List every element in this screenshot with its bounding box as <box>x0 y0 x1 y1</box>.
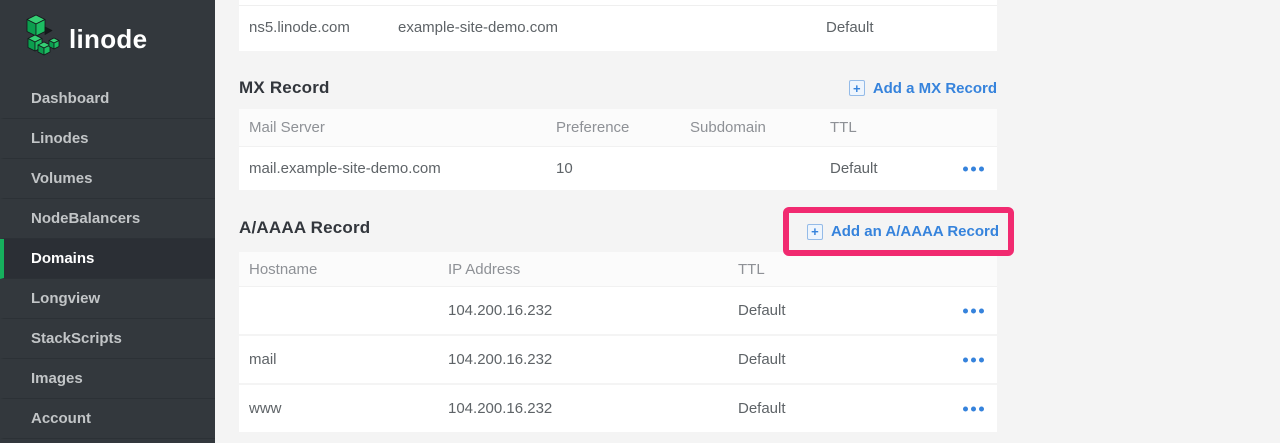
ns-ttl: Default <box>826 5 874 51</box>
sidebar: linode Dashboard Linodes Volumes NodeBal… <box>0 0 215 443</box>
add-aaaa-record-label: Add an A/AAAA Record <box>831 223 999 240</box>
col-ttl: TTL <box>738 252 765 287</box>
aaaa-section-title: A/AAAA Record <box>239 218 370 238</box>
col-mail-server: Mail Server <box>249 109 325 147</box>
aaaa-hostname: www <box>249 385 282 432</box>
aaaa-table-row: 104.200.16.232 Default <box>239 287 997 334</box>
ns-subdomain: example-site-demo.com <box>398 5 558 51</box>
sidebar-item-domains[interactable]: Domains <box>0 239 215 279</box>
col-hostname: Hostname <box>249 252 317 287</box>
sidebar-nav: Dashboard Linodes Volumes NodeBalancers … <box>0 79 215 439</box>
plus-icon <box>849 80 865 96</box>
col-ip-address: IP Address <box>448 252 520 287</box>
col-ttl: TTL <box>830 109 857 147</box>
aaaa-hostname: mail <box>249 336 277 383</box>
aaaa-ttl: Default <box>738 336 786 383</box>
col-preference: Preference <box>556 109 629 147</box>
logo-wordmark: linode <box>69 26 147 52</box>
sidebar-item-linodes[interactable]: Linodes <box>0 119 215 159</box>
sidebar-item-nodebalancers[interactable]: NodeBalancers <box>0 199 215 239</box>
mx-preference: 10 <box>556 147 573 190</box>
mx-table-header: Mail Server Preference Subdomain TTL <box>239 109 997 147</box>
ns-record-partial-row: ns5.linode.com example-site-demo.com Def… <box>239 0 997 51</box>
mx-mail-server: mail.example-site-demo.com <box>249 147 441 190</box>
row-actions-menu-icon[interactable] <box>963 304 984 317</box>
aaaa-table-header: Hostname IP Address TTL <box>239 252 997 287</box>
add-aaaa-record-button[interactable]: Add an A/AAAA Record <box>807 223 999 240</box>
sidebar-item-account[interactable]: Account <box>0 399 215 439</box>
aaaa-ip: 104.200.16.232 <box>448 287 552 334</box>
aaaa-ttl: Default <box>738 385 786 432</box>
aaaa-table-row: mail 104.200.16.232 Default <box>239 336 997 383</box>
annotation-highlight-box: Add an A/AAAA Record <box>783 207 1014 256</box>
mx-section-title: MX Record <box>239 78 330 98</box>
sidebar-item-dashboard[interactable]: Dashboard <box>0 79 215 119</box>
mx-record-table: Mail Server Preference Subdomain TTL mai… <box>239 109 997 190</box>
col-subdomain: Subdomain <box>690 109 766 147</box>
mx-section-header: MX Record Add a MX Record <box>239 75 997 101</box>
aaaa-record-table: Hostname IP Address TTL 104.200.16.232 D… <box>239 252 997 432</box>
linode-cubes-icon <box>26 14 60 65</box>
aaaa-table-row: www 104.200.16.232 Default <box>239 385 997 432</box>
row-actions-menu-icon[interactable] <box>963 162 984 175</box>
aaaa-ttl: Default <box>738 287 786 334</box>
sidebar-item-images[interactable]: Images <box>0 359 215 399</box>
sidebar-item-longview[interactable]: Longview <box>0 279 215 319</box>
sidebar-item-volumes[interactable]: Volumes <box>0 159 215 199</box>
add-mx-record-button[interactable]: Add a MX Record <box>849 80 997 97</box>
aaaa-ip: 104.200.16.232 <box>448 336 552 383</box>
row-divider <box>239 5 997 6</box>
ns-name-server: ns5.linode.com <box>249 5 350 51</box>
aaaa-ip: 104.200.16.232 <box>448 385 552 432</box>
row-actions-menu-icon[interactable] <box>963 402 984 415</box>
mx-table-row: mail.example-site-demo.com 10 Default <box>239 147 997 190</box>
add-mx-record-label: Add a MX Record <box>873 80 997 97</box>
plus-icon <box>807 224 823 240</box>
row-actions-menu-icon[interactable] <box>963 353 984 366</box>
mx-ttl: Default <box>830 147 878 190</box>
domains-page: linode Dashboard Linodes Volumes NodeBal… <box>0 0 1280 443</box>
sidebar-item-stackscripts[interactable]: StackScripts <box>0 319 215 359</box>
linode-logo[interactable]: linode <box>26 14 147 64</box>
